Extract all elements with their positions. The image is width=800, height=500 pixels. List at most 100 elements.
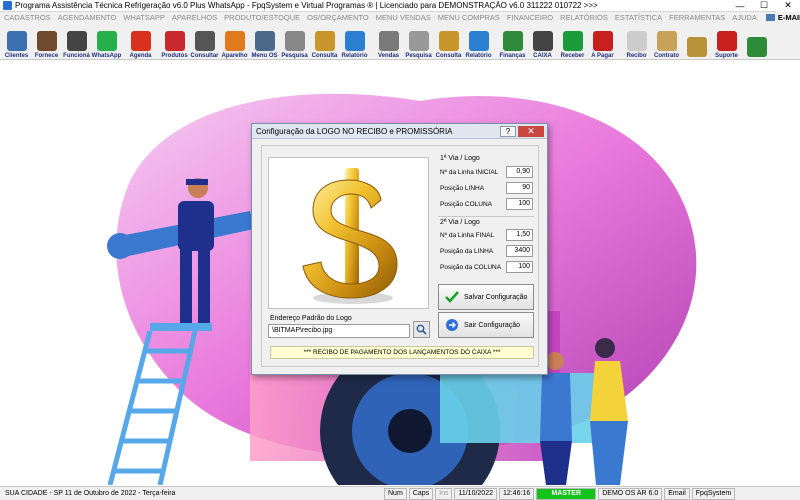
- close-button[interactable]: ✕: [776, 0, 800, 12]
- menu-relatorios[interactable]: RELATÓRIOS: [560, 13, 608, 22]
- toolbar-button-funcion-[interactable]: Funcioná: [62, 24, 91, 59]
- toolbar-button-pesquisa[interactable]: Pesquisa: [280, 24, 309, 59]
- dialog-body: Endereço Padrão do Logo \BITMAP\recibo.j…: [261, 145, 539, 367]
- status-demo: DEMO OS AR 6.0: [598, 487, 663, 500]
- menu-ferramentas[interactable]: FERRAMENTAS: [669, 13, 725, 22]
- fan-hub: [388, 409, 432, 453]
- toolbar-label: Consulta: [311, 53, 338, 59]
- toolbar-icon: [626, 31, 647, 51]
- toolbar-button-whatsapp[interactable]: WhatsApp: [92, 24, 121, 59]
- maximize-button[interactable]: ☐: [752, 0, 776, 12]
- toolbar-icon: [408, 31, 429, 51]
- address-label: Endereço Padrão do Logo: [270, 315, 352, 322]
- toolbar-button-a-pagar[interactable]: A Pagar: [588, 24, 617, 59]
- toolbar-button-icon-24[interactable]: [742, 24, 771, 59]
- menu-compras[interactable]: MENU COMPRAS: [438, 13, 500, 22]
- via1-linha-inicial-input[interactable]: 0,90: [506, 166, 533, 178]
- status-caps: Caps: [408, 487, 434, 500]
- toolbar-label: Fornece: [34, 53, 59, 59]
- toolbar-button-caixa[interactable]: CAIXA: [528, 24, 557, 59]
- menu-produto-estoque[interactable]: PRODUTO/ESTOQUE: [224, 13, 300, 22]
- toolbar-icon: [194, 31, 215, 51]
- toolbar-icon: [344, 31, 365, 51]
- toolbar-button-clientes[interactable]: Clientes: [2, 24, 31, 59]
- via2-posicao-linha-input[interactable]: 3400: [506, 245, 533, 257]
- status-master-badge: MASTER: [536, 487, 597, 500]
- logo-path-input[interactable]: \BITMAP\recibo.jpg: [268, 324, 410, 338]
- toolbar-icon: [224, 31, 245, 51]
- via2-linha-final-input[interactable]: 1,50: [506, 229, 533, 241]
- toolbar-button-contrato[interactable]: Contrato: [652, 24, 681, 59]
- toolbar-label: Recibo: [626, 53, 647, 59]
- toolbar-button-relat-rio[interactable]: Relatório: [340, 24, 369, 59]
- toolbar-button-recibo[interactable]: Recibo: [622, 24, 651, 59]
- toolbar-label: Pesquisa: [281, 53, 308, 59]
- technician-leg-left: [180, 249, 192, 327]
- toolbar-label: Receber: [560, 53, 585, 59]
- dialog-title-bar: Configuração da LOGO NO RECIBO e PROMISS…: [252, 124, 547, 139]
- toolbar-icon: [532, 31, 553, 51]
- toolbar-button-suporte[interactable]: Suporte: [712, 24, 741, 59]
- toolbar-button-vendas[interactable]: Vendas: [374, 24, 403, 59]
- toolbar: Clientes Fornece Funcioná WhatsApp Agenda Pro…: [0, 23, 800, 60]
- exit-config-button[interactable]: Sair Configuração: [438, 312, 534, 338]
- menu-os-orcamento[interactable]: OS/ORÇAMENTO: [307, 13, 369, 22]
- save-config-button[interactable]: Salvar Configuração: [438, 284, 534, 310]
- toolbar-icon: [716, 31, 737, 51]
- via2-posicao-coluna-input[interactable]: 100: [506, 261, 533, 273]
- technician-cap: [186, 179, 208, 185]
- menu-cadastros[interactable]: CADASTROS: [4, 13, 51, 22]
- window-controls: — ☐ ✕: [728, 0, 800, 12]
- menu-ajuda[interactable]: AJUDA: [732, 13, 757, 22]
- menu-vendas[interactable]: MENU VENDAS: [376, 13, 431, 22]
- ladder-top: [150, 323, 212, 331]
- toolbar-label: Funcioná: [63, 53, 90, 59]
- via1-posicao-linha-input[interactable]: 90: [506, 182, 533, 194]
- toolbar-button-pesquisa[interactable]: Pesquisa: [404, 24, 433, 59]
- toolbar-button-consulta[interactable]: Consulta: [434, 24, 463, 59]
- toolbar-button-fornece[interactable]: Fornece: [32, 24, 61, 59]
- menu-email[interactable]: E-MAIL: [765, 13, 800, 22]
- toolbar-button-icon-22[interactable]: [682, 24, 711, 59]
- toolbar-icon: [468, 31, 489, 51]
- status-ins: Ins: [435, 487, 453, 500]
- toolbar-button-aparelho[interactable]: Aparelho: [220, 24, 249, 59]
- menu-bar: CADASTROS AGENDAMENTO WHATSAPP APARELHOS…: [0, 12, 800, 23]
- logo-preview: [268, 157, 429, 309]
- menu-aparelhos[interactable]: APARELHOS: [172, 13, 217, 22]
- toolbar-button-produtos[interactable]: Produtos: [160, 24, 189, 59]
- toolbar-button-consultar[interactable]: Consultar: [190, 24, 219, 59]
- toolbar-icon: [438, 31, 459, 51]
- dialog-close-button[interactable]: ✕: [518, 125, 544, 137]
- browse-button[interactable]: [413, 321, 430, 338]
- toolbar-button-relat-rio[interactable]: Relatório: [464, 24, 493, 59]
- window-title: Programa Assistência Técnica Refrigeraçã…: [15, 1, 598, 10]
- toolbar-button-receber[interactable]: Receber: [558, 24, 587, 59]
- via2-linha-final-label: Nº da Linha FINAL: [440, 232, 495, 239]
- menu-whatsapp[interactable]: WHATSAPP: [123, 13, 165, 22]
- help-button[interactable]: ?: [500, 125, 516, 137]
- toolbar-icon: [254, 31, 275, 51]
- status-num: Num: [384, 487, 407, 500]
- email-icon: [765, 14, 775, 21]
- status-email[interactable]: Email: [664, 487, 690, 500]
- toolbar-label: Consulta: [435, 53, 462, 59]
- exit-icon: [446, 319, 458, 331]
- toolbar-icon: [96, 31, 117, 51]
- menu-estatistica[interactable]: ESTATÍSTICA: [615, 13, 662, 22]
- toolbar-button-agenda[interactable]: Agenda: [126, 24, 155, 59]
- toolbar-icon: [686, 37, 707, 57]
- menu-agendamento[interactable]: AGENDAMENTO: [58, 13, 117, 22]
- toolbar-label: Agenda: [129, 53, 152, 59]
- toolbar-button-menu-os[interactable]: Menu OS: [250, 24, 279, 59]
- toolbar-label: Clientes: [4, 53, 29, 59]
- toolbar-button-finan-as[interactable]: Finanças: [498, 24, 527, 59]
- man-legs: [540, 441, 572, 485]
- menu-financeiro[interactable]: FINANCEIRO: [507, 13, 553, 22]
- woman-legs: [590, 421, 628, 485]
- save-config-label: Salvar Configuração: [464, 293, 528, 301]
- via1-posicao-coluna-input[interactable]: 100: [506, 198, 533, 210]
- minimize-button[interactable]: —: [728, 0, 752, 12]
- toolbar-button-consulta[interactable]: Consulta: [310, 24, 339, 59]
- via1-linha-inicial-label: Nº da Linha INICIAL: [440, 169, 499, 176]
